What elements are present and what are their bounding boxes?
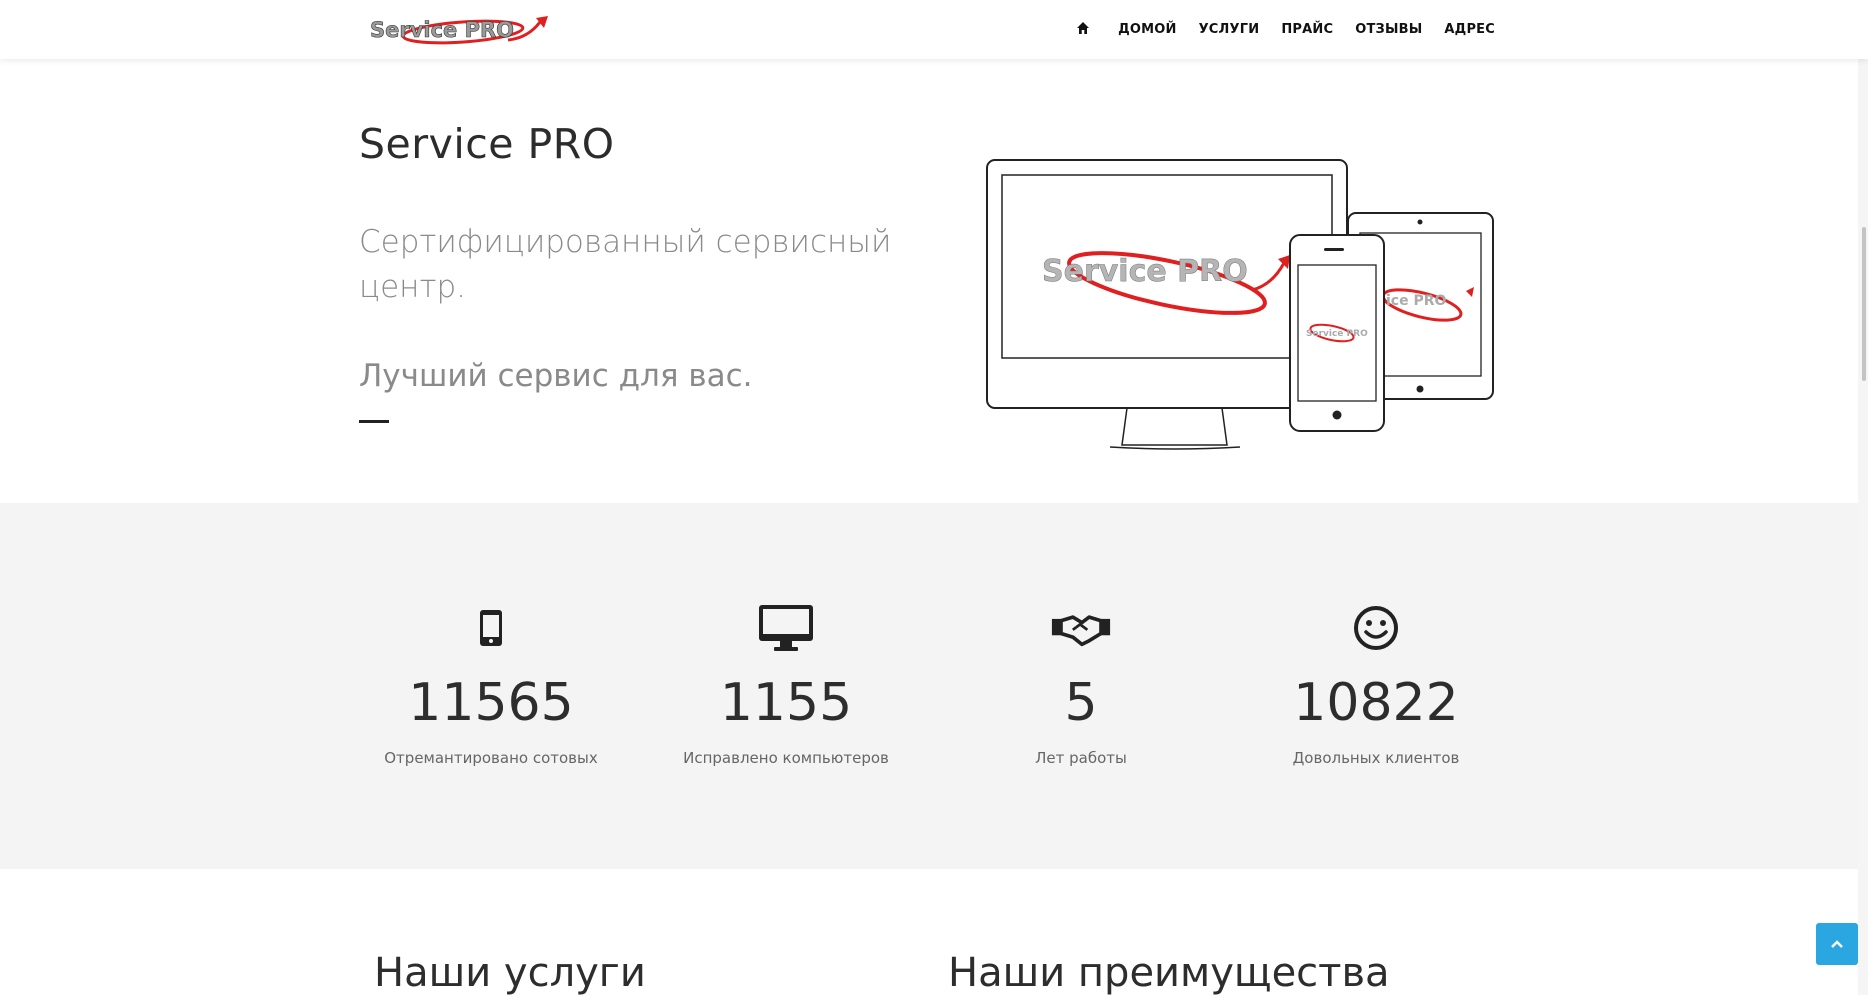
mobile-phone-icon [461, 598, 521, 658]
stat-value: 11565 [408, 673, 574, 733]
hero-title: Service PRO [359, 120, 615, 168]
nav-item-home[interactable]: ДОМОЙ [1118, 22, 1177, 37]
stat-label: Исправлено компьютеров [683, 749, 889, 767]
desktop-monitor-icon [756, 598, 816, 658]
logo[interactable]: Service PRO [368, 10, 552, 50]
hero-tagline: Лучший сервис для вас. [359, 358, 753, 394]
scrollbar-thumb[interactable] [1862, 227, 1866, 381]
devices-illustration: Service PRO ice PRO Service PRO [986, 159, 1494, 450]
page-scrollbar[interactable] [1858, 59, 1868, 995]
nav-item-reviews[interactable]: ОТЗЫВЫ [1355, 22, 1422, 37]
main-nav: ДОМОЙ УСЛУГИ ПРАЙС ОТЗЫВЫ АДРЕС [1076, 0, 1495, 59]
svg-text:Service PRO: Service PRO [370, 18, 514, 42]
site-header: Service PRO ДОМОЙ УСЛУГИ ПРАЙС ОТЗЫВЫ АД… [0, 0, 1868, 59]
svg-text:Service PRO: Service PRO [1042, 254, 1248, 289]
handshake-icon [1051, 598, 1111, 658]
nav-home[interactable] [1076, 21, 1096, 39]
advantages-section-title: Наши преимущества [948, 950, 1390, 996]
hero-subtitle: Сертифицированный сервисный центр. [359, 224, 892, 305]
back-to-top-button[interactable] [1816, 923, 1858, 965]
stat-label: Отремантировано сотовых [384, 749, 598, 767]
stat-value: 5 [1064, 673, 1098, 733]
svg-text:ice PRO: ice PRO [1386, 293, 1447, 309]
stats-section: 11565 Отремантировано сотовых 1155 Испра… [0, 503, 1858, 869]
home-icon [1077, 21, 1090, 34]
nav-item-address[interactable]: АДРЕС [1444, 22, 1495, 37]
stat-value: 10822 [1293, 673, 1459, 733]
stat-label: Довольных клиентов [1292, 749, 1460, 767]
stat-label: Лет работы [1035, 749, 1127, 767]
svg-text:Service PRO: Service PRO [1306, 329, 1368, 339]
stat-value: 1155 [719, 673, 853, 733]
nav-item-services[interactable]: УСЛУГИ [1199, 22, 1260, 37]
hero-divider [359, 420, 389, 423]
service-pro-logo: Service PRO [370, 16, 548, 45]
chevron-up-icon [1831, 940, 1843, 948]
smiley-face-icon [1346, 598, 1406, 658]
nav-item-price[interactable]: ПРАЙС [1281, 22, 1333, 37]
services-section-title: Наши услуги [374, 950, 646, 996]
